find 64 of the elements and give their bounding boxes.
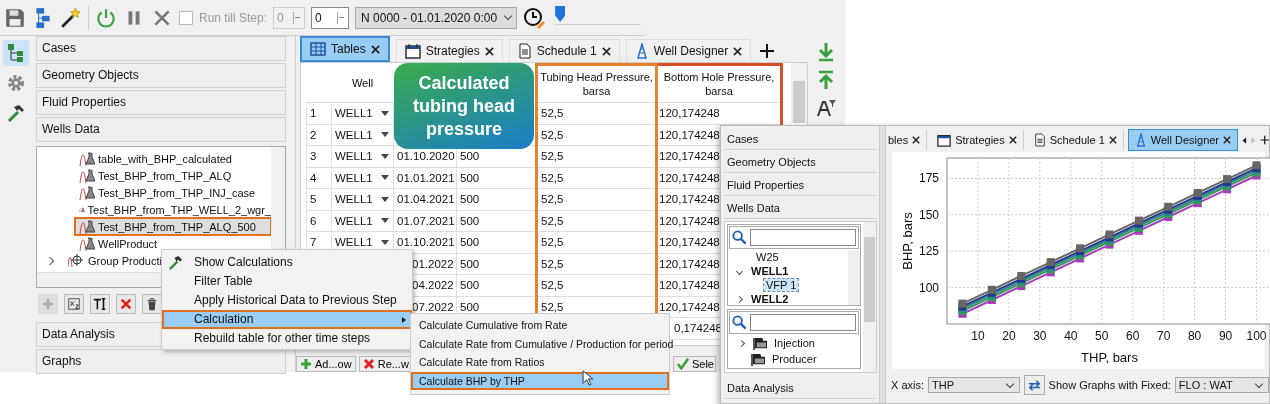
table-cell: 0,174248 bbox=[674, 322, 722, 335]
axis-tick-label: 150 bbox=[918, 207, 939, 222]
table-cell: 120,174248 bbox=[659, 300, 720, 313]
row-number: 4 bbox=[310, 171, 317, 184]
table-cell: 500 bbox=[460, 300, 480, 313]
axis-tick-label: 60 bbox=[1126, 329, 1140, 343]
axis-tick-label: 70 bbox=[1157, 329, 1171, 343]
table-cell: 500 bbox=[460, 214, 480, 227]
table-cell: 120,174248 bbox=[659, 257, 720, 270]
axis-tick-label: 100 bbox=[918, 280, 939, 295]
table-cell: 120,174248 bbox=[659, 171, 720, 184]
table-cell: 500 bbox=[460, 279, 480, 292]
x-axis-label: X axis: bbox=[891, 379, 924, 391]
table-cell: 500 bbox=[460, 171, 480, 184]
table-cell: 120,174248 bbox=[659, 107, 720, 120]
table-cell: 52,5 bbox=[541, 107, 564, 120]
run-till-label: Run till Step: bbox=[199, 10, 268, 25]
table-cell: 52,5 bbox=[541, 193, 564, 206]
axis-tick-label: 90 bbox=[1218, 329, 1233, 343]
table-cell: 120,174248 bbox=[659, 214, 720, 227]
row-number: 6 bbox=[310, 214, 317, 227]
table-cell: 120,174248 bbox=[659, 279, 720, 292]
table-cell: 52,5 bbox=[541, 128, 564, 141]
row-number: 2 bbox=[310, 128, 317, 141]
axis-tick-label: 30 bbox=[1033, 329, 1047, 343]
table-cell: 120,174248 bbox=[659, 236, 720, 249]
row-number: 7 bbox=[310, 236, 317, 249]
table-cell: 52,5 bbox=[541, 257, 564, 270]
axis-tick-label: 20 bbox=[1002, 329, 1016, 343]
table-cell: 52,5 bbox=[541, 150, 564, 163]
table-cell: 01.10.2021 bbox=[397, 236, 455, 249]
table-cell: 52,5 bbox=[541, 236, 564, 249]
table-cell: 120,174248 bbox=[659, 193, 720, 206]
table-cell: 52,5 bbox=[541, 171, 564, 184]
axis-tick-label: 80 bbox=[1187, 329, 1202, 343]
axis-tick-label: 40 bbox=[1064, 329, 1078, 343]
table-cell: 01.10.2020 bbox=[397, 150, 455, 163]
table-cell: 500 bbox=[460, 257, 480, 270]
table-cell: 07.2022 bbox=[412, 300, 454, 313]
table-cell: 52,5 bbox=[541, 279, 564, 292]
table-cell: 52,5 bbox=[541, 214, 564, 227]
row-number: 3 bbox=[310, 150, 317, 163]
axis-title: BHP, bars bbox=[900, 212, 915, 270]
axis-tick-label: 100 bbox=[1246, 329, 1267, 343]
row-number: 1 bbox=[310, 107, 317, 120]
table-cell: 04.2022 bbox=[412, 279, 454, 292]
axis-tick-label: 10 bbox=[971, 329, 985, 343]
row-number: 5 bbox=[310, 193, 317, 206]
axis-tick-label: 125 bbox=[918, 244, 939, 259]
axis-title: THP, bars bbox=[1081, 350, 1138, 365]
table-cell: 01.01.2021 bbox=[397, 171, 455, 184]
fixed-label: Show Graphs with Fixed: bbox=[1048, 379, 1171, 391]
callout-label: Calculated tubing head pressure bbox=[394, 63, 534, 149]
table-cell: 500 bbox=[460, 193, 480, 206]
table-cell: 01.04.2021 bbox=[397, 193, 455, 206]
table-cell: 500 bbox=[460, 236, 480, 249]
table-cell: 120,174248 bbox=[659, 150, 720, 163]
axis-tick-label: 50 bbox=[1095, 329, 1109, 343]
table-cell: 01.07.2021 bbox=[397, 214, 455, 227]
table-cell: 52,5 bbox=[541, 300, 564, 313]
axis-tick-label: 175 bbox=[918, 171, 939, 186]
table-cell: 01.2022 bbox=[412, 257, 454, 270]
table-cell: 120,174248 bbox=[659, 128, 720, 141]
table-cell: 500 bbox=[460, 150, 480, 163]
